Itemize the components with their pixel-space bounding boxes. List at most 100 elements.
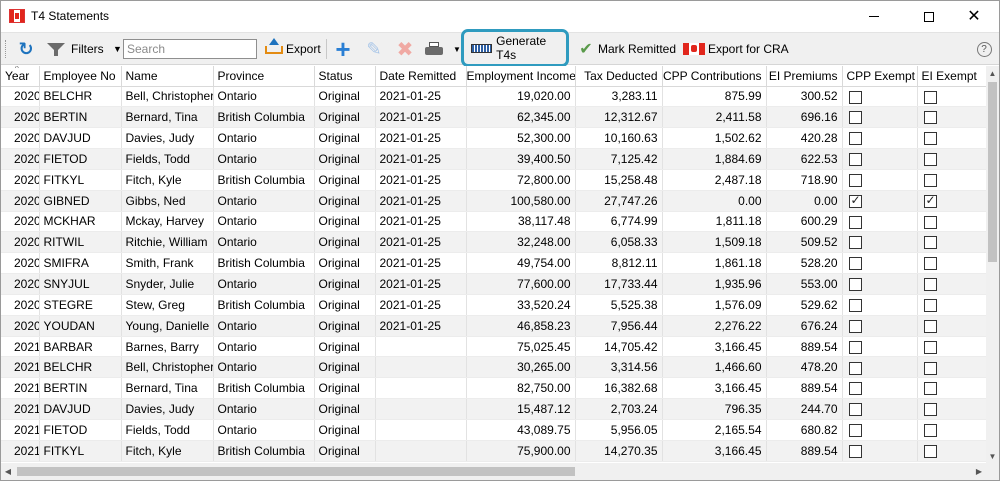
ei-exempt-checkbox[interactable] <box>923 90 937 104</box>
table-row[interactable]: 2021 DAVJUD Davies, Judy Ontario Original 15,… <box>1 398 986 420</box>
column-header-date-remitted[interactable]: Date Remitted <box>375 66 467 87</box>
generate-t4s-button[interactable]: Generate T4s <box>461 29 569 67</box>
column-header-ei-exempt[interactable]: EI Exempt <box>917 66 986 87</box>
mark-remitted-button[interactable]: Mark Remitted <box>598 33 676 65</box>
cell-employee-no: DAVJUD <box>39 127 122 150</box>
filters-dropdown-icon[interactable]: ▼ <box>113 33 122 65</box>
export-button[interactable]: Export <box>286 33 321 65</box>
close-button[interactable]: ✕ <box>951 1 997 32</box>
table-row[interactable]: 2020 FIETOD Fields, Todd Ontario Original 202… <box>1 148 986 170</box>
ei-exempt-checkbox[interactable] <box>923 424 937 438</box>
scroll-left-icon[interactable]: ◀ <box>1 463 15 480</box>
edit-icon[interactable]: ✎ <box>363 33 385 65</box>
column-header-employment-income[interactable]: Employment Income <box>466 66 576 87</box>
export-icon[interactable] <box>264 33 284 65</box>
cpp-exempt-checkbox[interactable] <box>848 424 862 438</box>
cpp-exempt-checkbox[interactable] <box>848 173 862 187</box>
ei-exempt-checkbox[interactable] <box>923 361 937 375</box>
scroll-right-icon[interactable]: ▶ <box>972 463 986 480</box>
column-header-employee-no[interactable]: Employee No <box>39 66 122 87</box>
table-row[interactable]: 2021 BERTIN Bernard, Tina British Columbia O… <box>1 377 986 400</box>
ei-exempt-checkbox[interactable] <box>923 340 937 354</box>
column-header-province[interactable]: Province <box>213 66 315 87</box>
ei-exempt-checkbox[interactable] <box>923 319 937 333</box>
table-row[interactable]: 2020 RITWIL Ritchie, William Ontario Origina… <box>1 231 986 254</box>
horizontal-scrollbar[interactable]: ◀ ▶ <box>1 463 986 480</box>
vertical-scrollbar[interactable]: ▲ ▼ <box>986 66 999 463</box>
print-dropdown-icon[interactable]: ▼ <box>453 33 461 65</box>
cell-cpp-contributions: 1,466.60 <box>662 356 767 379</box>
ei-exempt-checkbox[interactable] <box>923 153 937 167</box>
ei-exempt-checkbox[interactable] <box>923 193 937 208</box>
minimize-button[interactable] <box>851 1 897 32</box>
add-icon[interactable]: + <box>331 33 355 65</box>
cpp-exempt-checkbox[interactable] <box>848 319 862 333</box>
table-row[interactable]: 2021 FIETOD Fields, Todd Ontario Original 43,… <box>1 419 986 441</box>
horizontal-scroll-thumb[interactable] <box>17 467 575 476</box>
cpp-exempt-checkbox[interactable] <box>848 382 862 396</box>
table-row[interactable]: 2021 BELCHR Bell, Christopher Ontario Origin… <box>1 356 986 379</box>
column-header-tax-deducted[interactable]: Tax Deducted <box>575 66 663 87</box>
scroll-down-icon[interactable]: ▼ <box>986 449 999 463</box>
cpp-exempt-checkbox[interactable] <box>848 111 862 125</box>
help-icon[interactable]: ? <box>975 33 993 65</box>
filters-button[interactable]: Filters <box>71 33 104 65</box>
table-row[interactable]: 2020 MCKHAR Mckay, Harvey Ontario Original 20… <box>1 211 986 233</box>
cell-cpp-exempt <box>842 356 918 379</box>
column-header-cpp-contributions[interactable]: CPP Contributions <box>662 66 767 87</box>
ei-exempt-checkbox[interactable] <box>923 299 937 313</box>
ei-exempt-checkbox[interactable] <box>923 236 937 250</box>
table-row[interactable]: 2020 GIBNED Gibbs, Ned Ontario Original 2021-… <box>1 190 986 212</box>
table-row[interactable]: 2020 YOUDAN Young, Danielle Ontario Original… <box>1 315 986 337</box>
table-row[interactable]: 2020 BELCHR Bell, Christopher Ontario Origin… <box>1 86 986 108</box>
canada-flag-icon[interactable] <box>683 33 707 65</box>
delete-icon[interactable]: ✖ <box>394 33 416 65</box>
search-input[interactable] <box>123 39 257 59</box>
scroll-up-icon[interactable]: ▲ <box>986 66 999 80</box>
ei-exempt-checkbox[interactable] <box>923 132 937 146</box>
refresh-icon[interactable]: ↻ <box>15 33 37 65</box>
table-row[interactable]: 2020 FITKYL Fitch, Kyle British Columbia Ori… <box>1 169 986 191</box>
ei-exempt-checkbox[interactable] <box>923 403 937 417</box>
cpp-exempt-checkbox[interactable] <box>848 340 862 354</box>
cpp-exempt-checkbox[interactable] <box>848 444 862 458</box>
ei-exempt-checkbox[interactable] <box>923 173 937 187</box>
cpp-exempt-checkbox[interactable] <box>848 257 862 271</box>
cpp-exempt-checkbox[interactable] <box>848 299 862 313</box>
maximize-button[interactable] <box>906 1 952 32</box>
ei-exempt-checkbox[interactable] <box>923 278 937 292</box>
ei-exempt-checkbox[interactable] <box>923 215 937 229</box>
cpp-exempt-checkbox[interactable] <box>848 153 862 167</box>
ei-exempt-checkbox[interactable] <box>923 382 937 396</box>
column-header-name[interactable]: Name <box>121 66 214 87</box>
table-row[interactable]: 2021 FITKYL Fitch, Kyle British Columbia Ori… <box>1 440 986 462</box>
table-row[interactable]: 2020 SMIFRA Smith, Frank British Columbia Or… <box>1 252 986 275</box>
cpp-exempt-checkbox[interactable] <box>848 193 862 208</box>
print-icon[interactable] <box>425 33 449 65</box>
column-header-status[interactable]: Status <box>314 66 376 87</box>
cpp-exempt-checkbox[interactable] <box>848 132 862 146</box>
cpp-exempt-checkbox[interactable] <box>848 403 862 417</box>
table-row[interactable]: 2020 BERTIN Bernard, Tina British Columbia O… <box>1 106 986 129</box>
cpp-exempt-checkbox[interactable] <box>848 236 862 250</box>
ei-exempt-checkbox[interactable] <box>923 257 937 271</box>
column-header-ei-premiums[interactable]: EI Premiums <box>766 66 843 87</box>
table-row[interactable]: 2020 DAVJUD Davies, Judy Ontario Original 202… <box>1 127 986 150</box>
checkmark-icon[interactable]: ✔ <box>577 33 595 65</box>
table-row[interactable]: 2021 BARBAR Barnes, Barry Ontario Original 75… <box>1 336 986 358</box>
cpp-exempt-checkbox[interactable] <box>848 361 862 375</box>
ei-exempt-checkbox[interactable] <box>923 444 937 458</box>
cpp-exempt-checkbox[interactable] <box>848 90 862 104</box>
cell-year: 2020 <box>1 273 40 295</box>
vertical-scroll-thumb[interactable] <box>988 82 997 262</box>
export-for-cra-button[interactable]: Export for CRA <box>708 33 789 65</box>
column-header-year[interactable]: ^ Year <box>1 66 40 87</box>
ei-exempt-checkbox[interactable] <box>923 111 937 125</box>
table-row[interactable]: 2020 STEGRE Stew, Greg British Columbia Orig… <box>1 294 986 316</box>
filter-icon[interactable] <box>47 33 69 65</box>
cell-ei-exempt <box>917 127 986 150</box>
column-header-cpp-exempt[interactable]: CPP Exempt <box>842 66 918 87</box>
table-row[interactable]: 2020 SNYJUL Snyder, Julie Ontario Original 20… <box>1 273 986 295</box>
cpp-exempt-checkbox[interactable] <box>848 215 862 229</box>
cpp-exempt-checkbox[interactable] <box>848 278 862 292</box>
